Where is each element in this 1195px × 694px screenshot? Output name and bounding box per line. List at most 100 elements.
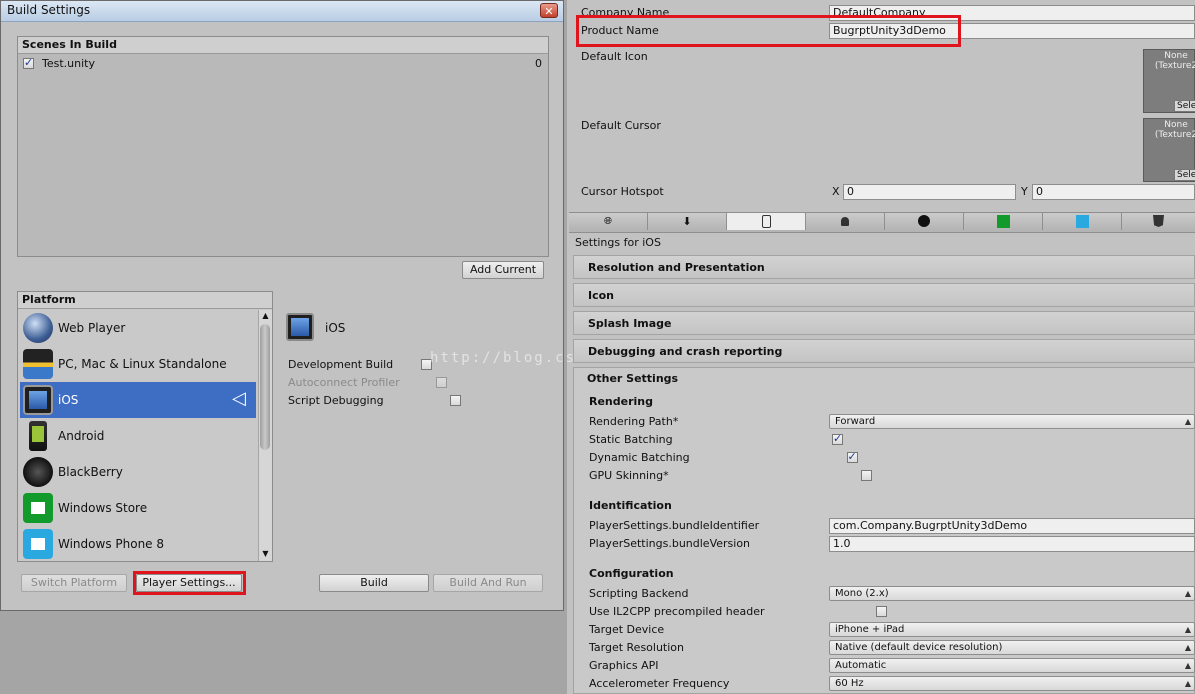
scene-name: Test.unity (42, 57, 95, 70)
tab-windows-store[interactable] (964, 213, 1043, 230)
platform-panel: Platform Web Player PC, Mac & Linux Stan… (17, 291, 273, 562)
target-device-dropdown[interactable]: iPhone + iPad ▲ (829, 622, 1195, 637)
hotspot-x-field[interactable]: 0 (843, 184, 1016, 200)
chevron-down-icon: ▲ (1184, 661, 1191, 670)
texture-type-text: (Texture2 (1154, 130, 1195, 140)
section-other-settings[interactable]: Other Settings (573, 367, 1195, 391)
scroll-down-icon[interactable]: ▼ (259, 548, 272, 560)
platform-label: Windows Store (58, 501, 148, 515)
platform-item-standalone[interactable]: PC, Mac & Linux Standalone (20, 346, 256, 382)
chevron-down-icon: ▲ (1184, 643, 1191, 652)
texture-none-text: None (1164, 51, 1188, 61)
tab-android[interactable] (806, 213, 885, 230)
texture-type-text: (Texture2 (1154, 61, 1195, 71)
tab-ios[interactable] (727, 213, 806, 230)
section-title: Other Settings (587, 372, 679, 385)
section-title: Splash Image (588, 317, 672, 330)
gpu-skinning-label: GPU Skinning* (589, 469, 669, 482)
default-icon-texture-slot[interactable]: None (Texture2 Sele (1143, 49, 1195, 113)
autoconnect-profiler-checkbox (435, 377, 447, 388)
globe-icon: 🌐︎ (604, 216, 612, 227)
tab-windows-phone[interactable] (1043, 213, 1122, 230)
settings-for-label: Settings for iOS (575, 236, 661, 249)
unity-logo-icon: ◁ (232, 388, 246, 409)
tab-standalone[interactable]: ⬇ (648, 213, 727, 230)
hotspot-y-label: Y (1021, 185, 1028, 198)
target-resolution-dropdown[interactable]: Native (default device resolution) ▲ (829, 640, 1195, 655)
il2cpp-checkbox[interactable] (875, 606, 887, 617)
graphics-api-dropdown[interactable]: Automatic ▲ (829, 658, 1195, 673)
tab-webgl[interactable] (1122, 213, 1195, 230)
close-icon[interactable]: ✕ (540, 3, 558, 18)
static-batching-label: Static Batching (589, 433, 673, 446)
bundle-identifier-field[interactable]: com.Company.BugrptUnity3dDemo (829, 518, 1195, 534)
scroll-up-icon[interactable]: ▲ (259, 310, 272, 322)
phone-icon (761, 214, 771, 228)
chevron-down-icon: ▲ (1184, 679, 1191, 688)
ipad-icon (286, 313, 314, 341)
script-debugging-checkbox[interactable] (450, 395, 461, 406)
scene-checkbox[interactable] (23, 56, 34, 69)
hotspot-y-field[interactable]: 0 (1032, 184, 1195, 200)
scene-index: 0 (535, 57, 542, 70)
scene-row[interactable]: Test.unity 0 (22, 56, 544, 72)
section-debugging[interactable]: Debugging and crash reporting (573, 339, 1195, 363)
dropdown-value: 60 Hz (835, 678, 864, 689)
platform-item-web-player[interactable]: Web Player (20, 310, 256, 346)
download-icon: ⬇ (682, 215, 692, 228)
target-device-label: Target Device (589, 623, 665, 636)
texture-select-button[interactable]: Sele (1174, 169, 1195, 181)
android-icon (841, 216, 849, 226)
platform-detail-title: iOS (325, 321, 346, 335)
switch-platform-button[interactable]: Switch Platform (21, 574, 127, 592)
platform-label: BlackBerry (58, 465, 123, 479)
texture-none-text: None (1164, 120, 1188, 130)
tab-blackberry[interactable] (885, 213, 964, 230)
accelerometer-frequency-label: Accelerometer Frequency (589, 677, 730, 690)
highlight-box (576, 15, 961, 47)
platform-item-blackberry[interactable]: BlackBerry (20, 454, 256, 490)
platform-item-android[interactable]: Android (20, 418, 256, 454)
dropdown-value: Native (default device resolution) (835, 642, 1003, 653)
platform-item-ios[interactable]: iOS ◁ (20, 382, 256, 418)
texture-select-button[interactable]: Sele (1174, 100, 1195, 112)
build-button[interactable]: Build (319, 574, 429, 592)
platform-list: Web Player PC, Mac & Linux Standalone iO… (20, 310, 257, 562)
platform-label: Web Player (58, 321, 126, 335)
platform-item-windows-store[interactable]: Windows Store (20, 490, 256, 526)
globe-icon (23, 313, 53, 343)
rendering-path-dropdown[interactable]: Forward ▲ (829, 414, 1195, 429)
default-cursor-label: Default Cursor (581, 119, 661, 132)
platform-label: iOS (58, 393, 79, 407)
section-resolution[interactable]: Resolution and Presentation (573, 255, 1195, 279)
ipad-icon (23, 385, 53, 415)
platform-header: Platform (18, 292, 272, 309)
rendering-path-label: Rendering Path* (589, 415, 679, 428)
section-icon[interactable]: Icon (573, 283, 1195, 307)
bundle-version-field[interactable]: 1.0 (829, 536, 1195, 552)
windows-phone-icon (1075, 214, 1089, 228)
section-splash-image[interactable]: Splash Image (573, 311, 1195, 335)
platform-item-windows-phone[interactable]: Windows Phone 8 (20, 526, 256, 562)
accelerometer-frequency-dropdown[interactable]: 60 Hz ▲ (829, 676, 1195, 691)
section-title: Icon (588, 289, 615, 302)
blackberry-icon (918, 215, 930, 227)
scrollbar-thumb[interactable] (260, 324, 270, 450)
platform-label: PC, Mac & Linux Standalone (58, 357, 227, 371)
static-batching-checkbox[interactable] (832, 432, 843, 445)
scripting-backend-dropdown[interactable]: Mono (2.x) ▲ (829, 586, 1195, 601)
default-icon-label: Default Icon (581, 50, 648, 63)
default-cursor-texture-slot[interactable]: None (Texture2 Sele (1143, 118, 1195, 182)
platform-scrollbar[interactable]: ▲ ▼ (258, 310, 272, 561)
html5-icon (1153, 215, 1164, 227)
gpu-skinning-checkbox[interactable] (861, 470, 872, 481)
window-titlebar[interactable]: Build Settings ✕ (1, 1, 563, 22)
build-settings-body: Scenes In Build Test.unity 0 Add Current… (5, 23, 559, 608)
tab-web-player[interactable]: 🌐︎ (569, 213, 648, 230)
dynamic-batching-checkbox[interactable] (846, 450, 858, 463)
build-and-run-button[interactable]: Build And Run (433, 574, 543, 592)
hotspot-x-label: X (832, 185, 840, 198)
dropdown-value: Automatic (835, 660, 887, 671)
script-debugging-label: Script Debugging (288, 394, 384, 407)
add-current-button[interactable]: Add Current (462, 261, 544, 279)
